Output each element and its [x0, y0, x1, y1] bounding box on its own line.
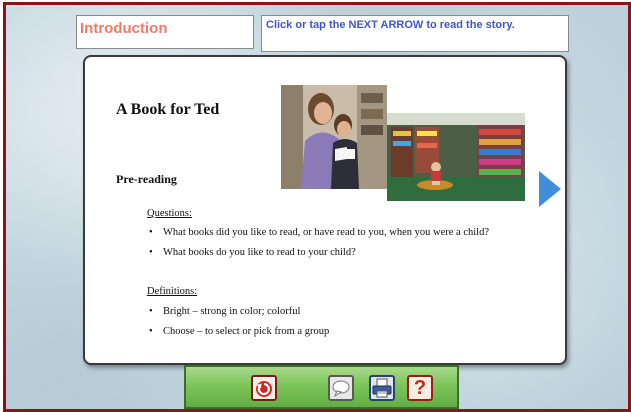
chat-icon [332, 380, 350, 398]
list-item: Bright – strong in color; colorful [149, 306, 300, 317]
definitions-label: Definitions: [147, 286, 198, 297]
questions-label: Questions: [147, 208, 192, 219]
section-title: Introduction [80, 20, 168, 37]
instruction-box: Click or tap the NEXT ARROW to read the … [261, 15, 569, 52]
section-heading: Pre-reading [116, 172, 177, 186]
photo-bookstore [387, 113, 525, 201]
chat-button[interactable] [328, 375, 354, 401]
photo-parent-child-reading [281, 85, 387, 189]
lesson-card: A Book for Ted Pre-reading Questions: • … [83, 55, 567, 365]
list-item: What books do you like to read to your c… [149, 247, 356, 258]
section-title-box: Introduction [76, 15, 254, 49]
list-item: Choose – to select or pick from a group [149, 326, 329, 337]
back-icon [256, 381, 272, 397]
print-icon [372, 378, 392, 398]
print-button[interactable] [369, 375, 395, 401]
instruction-text: Click or tap the NEXT ARROW to read the … [266, 19, 515, 31]
bottom-toolbar: ? [184, 365, 459, 409]
list-item: What books did you like to read, or have… [149, 227, 489, 238]
book-title: A Book for Ted [116, 101, 220, 118]
help-icon: ? [413, 377, 427, 399]
app-frame: Introduction Click or tap the NEXT ARROW… [3, 2, 631, 412]
next-arrow-icon[interactable] [539, 171, 561, 207]
back-button[interactable] [251, 375, 277, 401]
help-button[interactable]: ? [407, 375, 433, 401]
